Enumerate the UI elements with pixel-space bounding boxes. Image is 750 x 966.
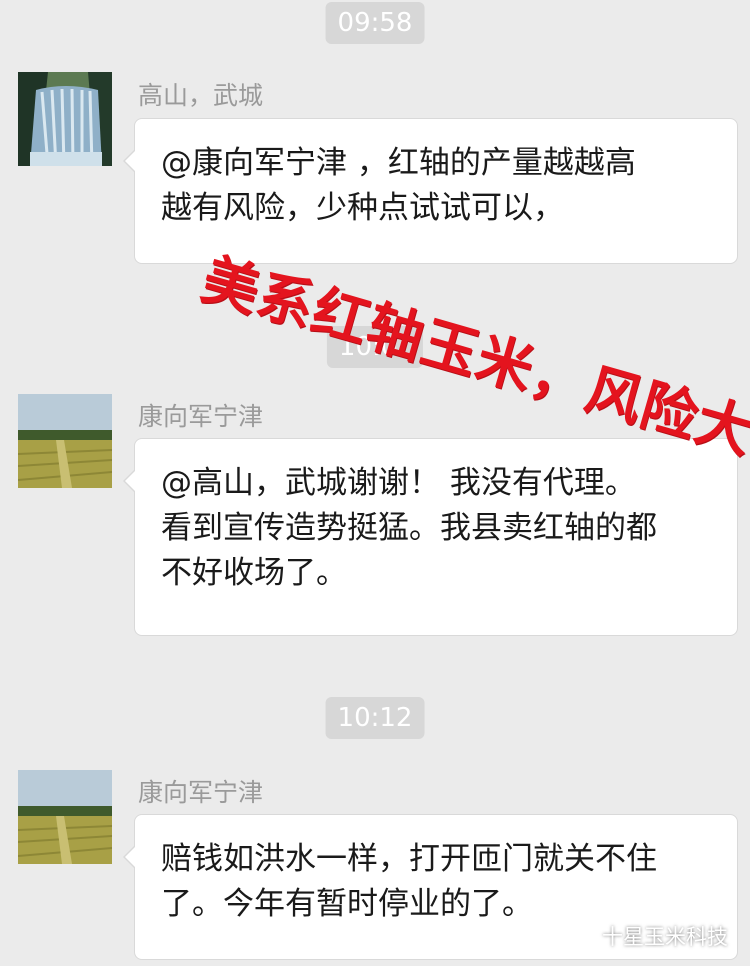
message-line: @高山，武城谢谢！ 我没有代理。 bbox=[161, 465, 636, 501]
timestamp-badge: 10:12 bbox=[325, 697, 425, 739]
watermark-text: 十星玉米科技 bbox=[602, 925, 728, 949]
wechat-icon bbox=[570, 926, 596, 947]
waterfall-icon bbox=[18, 72, 112, 166]
message-line: 不好收场了。 bbox=[161, 555, 347, 591]
watermark: 十星玉米科技 bbox=[570, 924, 728, 950]
message-line: @康向军宁津 ，红轴的产量越越高 bbox=[161, 145, 636, 181]
timestamp-badge: 09:58 bbox=[325, 2, 425, 44]
message-line: 了。今年有暂时停业的了。 bbox=[161, 886, 533, 922]
waterfall-avatar[interactable] bbox=[18, 72, 112, 166]
message-bubble[interactable]: @高山，武城谢谢！ 我没有代理。 看到宣传造势挺猛。我县卖红轴的都 不好收场了。 bbox=[123, 438, 738, 636]
sender-name: 高山，武城 bbox=[138, 81, 264, 110]
message-line: 赔钱如洪水一样，打开匝门就关不住 bbox=[161, 841, 657, 877]
sender-name: 康向军宁津 bbox=[138, 402, 264, 431]
wheat-field-avatar[interactable] bbox=[18, 770, 112, 864]
message-bubble[interactable]: @康向军宁津 ，红轴的产量越越高 越有风险，少种点试试可以， bbox=[123, 118, 738, 264]
message-line: 看到宣传造势挺猛。我县卖红轴的都 bbox=[161, 510, 657, 546]
sender-name: 康向军宁津 bbox=[138, 778, 264, 807]
wheat-field-icon bbox=[18, 770, 112, 864]
wheat-field-icon bbox=[18, 394, 112, 488]
wheat-field-avatar[interactable] bbox=[18, 394, 112, 488]
message-line: 越有风险，少种点试试可以， bbox=[161, 190, 564, 226]
